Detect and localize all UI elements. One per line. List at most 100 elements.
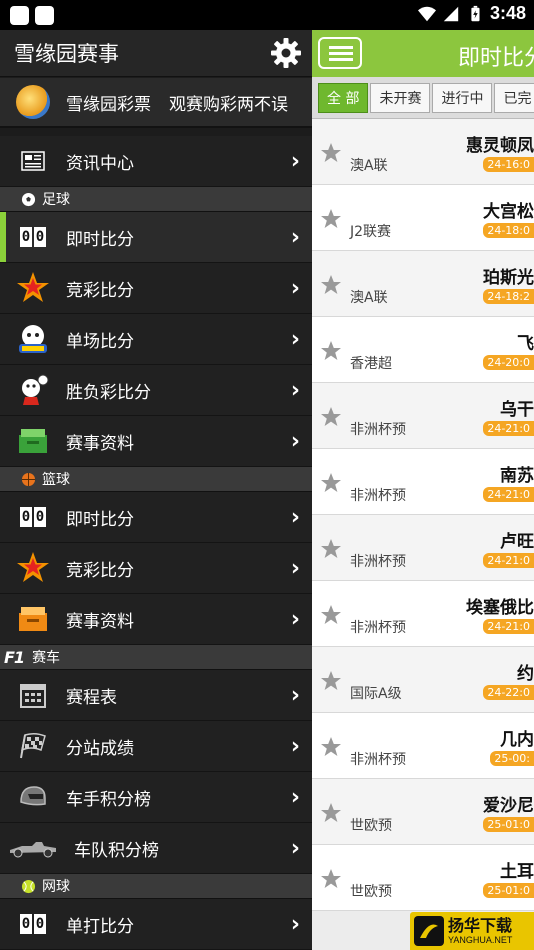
chevron-right-icon: › xyxy=(290,148,300,174)
star-icon[interactable] xyxy=(319,273,343,297)
star-icon[interactable] xyxy=(319,669,343,693)
league-name: 澳A联 xyxy=(350,158,388,174)
star-icon[interactable] xyxy=(319,405,343,429)
page-title: 即时比分 xyxy=(458,46,534,71)
sidebar-item-basketball-lottery[interactable]: 竞彩比分 › xyxy=(0,543,312,594)
team-name: 土耳 xyxy=(500,862,534,882)
sidebar-item-basketball-live[interactable]: 00 即时比分 › xyxy=(0,492,312,543)
star-icon[interactable] xyxy=(319,471,343,495)
tab-finished[interactable]: 已完 xyxy=(494,82,534,113)
sidebar-item-tennis-singles[interactable]: 00 单打比分 › xyxy=(0,899,312,950)
sidebar-item-basketball-data[interactable]: 赛事资料 › xyxy=(0,594,312,645)
section-title: 篮球 xyxy=(42,472,70,488)
list-item[interactable]: 世欧预 爱沙尼 25-01:0 xyxy=(312,779,534,845)
match-time-badge: 24-22:0 xyxy=(483,685,534,700)
tab-not-started[interactable]: 未开赛 xyxy=(370,82,431,113)
sidebar-item-label: 胜负彩比分 xyxy=(66,382,151,403)
soccer-ball-icon xyxy=(20,191,36,207)
f1-logo-icon: F1 xyxy=(4,647,25,667)
chevron-right-icon: › xyxy=(290,606,300,632)
star-icon[interactable] xyxy=(319,867,343,891)
chevron-right-icon: › xyxy=(290,224,300,250)
list-item[interactable]: 非洲杯预 卢旺 24-21:0 xyxy=(312,515,534,581)
battery-icon xyxy=(471,5,480,21)
list-item[interactable]: J2联赛 大宫松 24-18:0 xyxy=(312,185,534,251)
sidebar-item-football-single[interactable]: 单场比分 › xyxy=(0,314,312,365)
tab-in-progress[interactable]: 进行中 xyxy=(432,82,493,113)
team-name: 乌干 xyxy=(500,400,534,420)
menu-icon[interactable] xyxy=(318,37,362,69)
star-icon[interactable] xyxy=(319,141,343,165)
sidebar-item-label: 赛事资料 xyxy=(66,433,134,454)
list-item[interactable]: 香港超 飞 24-20:0 xyxy=(312,317,534,383)
navigation-drawer: 雪缘园赛事 雪缘园彩票 观赛购彩两不误 资讯中心 › 足球 0 0 即时比分 ›… xyxy=(0,30,312,950)
list-item[interactable]: 非洲杯预 南苏 24-21:0 xyxy=(312,449,534,515)
promo-label: 雪缘园彩票 xyxy=(66,94,151,115)
sidebar-item-driver-standings[interactable]: 车手积分榜 › xyxy=(0,772,312,823)
chevron-right-icon: › xyxy=(290,428,300,454)
watermark-text: 扬华下载 xyxy=(448,915,513,935)
sidebar-item-team-standings[interactable]: 车队积分榜 › xyxy=(0,823,312,874)
sidebar-item-label: 竞彩比分 xyxy=(66,280,134,301)
star-icon[interactable] xyxy=(319,537,343,561)
scoreboard-icon: 00 xyxy=(16,907,50,941)
list-item[interactable]: 非洲杯预 几内 25-00: xyxy=(312,713,534,779)
list-item[interactable]: 国际A级 约 24-22:0 xyxy=(312,647,534,713)
sidebar-item-label: 即时比分 xyxy=(66,229,134,250)
single-match-icon xyxy=(16,322,50,356)
list-item[interactable]: 世欧预 土耳 25-01:0 xyxy=(312,845,534,911)
star-icon[interactable] xyxy=(319,339,343,363)
orange-folder-icon xyxy=(16,602,50,636)
star-icon[interactable] xyxy=(319,801,343,825)
sidebar-item-football-data[interactable]: 赛事资料 › xyxy=(0,416,312,467)
league-name: 非洲杯预 xyxy=(350,554,406,570)
star-badge-icon xyxy=(16,551,50,585)
watermark-logo-icon xyxy=(414,916,444,946)
sidebar-item-racing-results[interactable]: 分站成绩 › xyxy=(0,721,312,772)
star-icon[interactable] xyxy=(319,603,343,627)
gear-icon[interactable] xyxy=(270,37,302,69)
team-name: 飞 xyxy=(517,334,534,354)
notification-icon xyxy=(10,6,29,25)
mascot-icon xyxy=(16,373,50,407)
tab-all[interactable]: 全 部 xyxy=(318,82,369,113)
scoreboard-digit: 0 xyxy=(20,507,32,527)
team-name: 埃塞俄比 xyxy=(466,598,534,618)
sidebar-item-news[interactable]: 资讯中心 › xyxy=(0,136,312,187)
league-name: 国际A级 xyxy=(350,686,402,702)
spacer xyxy=(0,128,312,136)
sidebar-item-football-pool[interactable]: 胜负彩比分 › xyxy=(0,365,312,416)
sidebar-item-label: 赛事资料 xyxy=(66,611,134,632)
sidebar-item-football-live[interactable]: 00 即时比分 › xyxy=(0,212,312,263)
team-name: 爱沙尼 xyxy=(483,796,534,816)
scoreboard-digit: 0 xyxy=(34,914,46,934)
drawer-title: 雪缘园赛事 xyxy=(14,42,119,66)
basketball-icon xyxy=(20,471,36,487)
watermark: 扬华下载 YANGHUA.NET xyxy=(410,912,534,950)
league-name: 非洲杯预 xyxy=(350,422,406,438)
match-list: 澳A联 惠灵顿凤 24-16:0 J2联赛 大宫松 24-18:0 澳A联 珀斯光 24-18:… xyxy=(312,119,534,911)
league-name: 非洲杯预 xyxy=(350,488,406,504)
sidebar-item-label: 即时比分 xyxy=(66,509,134,530)
match-time-badge: 24-21:0 xyxy=(483,421,534,436)
chevron-right-icon: › xyxy=(290,377,300,403)
green-folder-icon xyxy=(16,424,50,458)
list-item[interactable]: 澳A联 惠灵顿凤 24-16:0 xyxy=(312,119,534,185)
star-icon[interactable] xyxy=(319,207,343,231)
sidebar-item-racing-schedule[interactable]: 赛程表 › xyxy=(0,670,312,721)
chevron-right-icon: › xyxy=(290,555,300,581)
filter-tabs: 全 部 未开赛 进行中 已完 xyxy=(312,77,534,119)
sidebar-item-football-lottery[interactable]: 竞彩比分 › xyxy=(0,263,312,314)
list-item[interactable]: 非洲杯预 乌干 24-21:0 xyxy=(312,383,534,449)
signal-icon xyxy=(443,6,459,21)
newspaper-icon xyxy=(16,144,50,178)
list-item[interactable]: 非洲杯预 埃塞俄比 24-21:0 xyxy=(312,581,534,647)
sidebar-item-label: 分站成绩 xyxy=(66,738,134,759)
match-time-badge: 25-01:0 xyxy=(483,883,534,898)
chevron-right-icon: › xyxy=(290,326,300,352)
main-panel: 即时比分 全 部 未开赛 进行中 已完 澳A联 惠灵顿凤24-16:0 J2联赛 大宫… xyxy=(312,30,534,950)
lottery-promo[interactable]: 雪缘园彩票 观赛购彩两不误 xyxy=(0,78,312,128)
star-icon[interactable] xyxy=(319,735,343,759)
list-item[interactable]: 澳A联 珀斯光 24-18:2 xyxy=(312,251,534,317)
section-basketball: 篮球 xyxy=(0,467,312,492)
